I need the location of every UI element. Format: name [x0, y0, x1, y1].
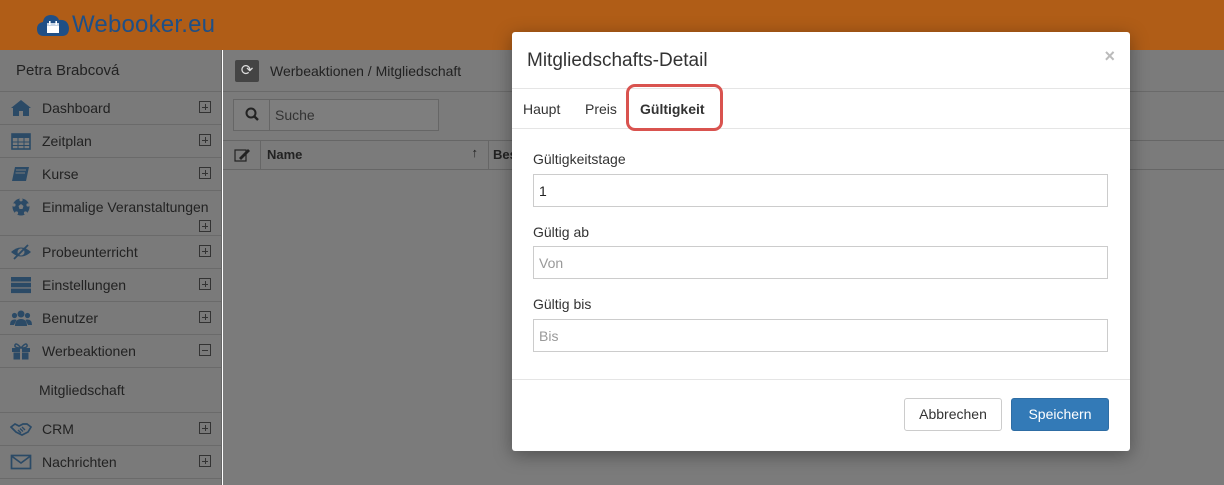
sidebar-item-label: Kurse — [42, 166, 79, 182]
calendar-icon — [10, 132, 32, 150]
expand-icon[interactable] — [199, 422, 211, 434]
membership-detail-modal: Mitgliedschafts-Detail × Haupt Preis Gül… — [512, 32, 1130, 451]
modal-tabs: Haupt Preis Gültigkeit — [512, 88, 1130, 129]
home-icon — [10, 99, 32, 117]
search-input[interactable] — [271, 100, 438, 130]
sidebar-item-dashboard[interactable]: Dashboard — [0, 92, 221, 125]
handshake-icon — [9, 420, 33, 438]
sidebar-item-label: Einstellungen — [42, 277, 127, 293]
sidebar: Petra Brabcová Dashboard Zeitplan Kurse … — [0, 50, 222, 485]
save-button[interactable]: Speichern — [1011, 398, 1109, 431]
sidebar-item-label: Zeitplan — [42, 133, 92, 149]
logo-text: Webooker.eu — [72, 11, 216, 38]
valid-to-label: Gültig bis — [533, 296, 592, 312]
sidebar-item-probeunterricht[interactable]: Probeunterricht — [0, 236, 221, 269]
validity-days-input[interactable] — [533, 174, 1108, 207]
cloud-calendar-icon — [36, 12, 70, 38]
collapse-icon[interactable] — [199, 344, 211, 356]
sidebar-item-werbeaktionen[interactable]: Werbeaktionen — [0, 335, 221, 368]
name-column-header[interactable]: Name ↑ — [261, 141, 489, 169]
breadcrumb: Werbeaktionen / Mitgliedschaft — [270, 63, 462, 79]
expand-icon[interactable] — [199, 167, 211, 179]
soccer-ball-icon — [10, 198, 32, 216]
expand-icon[interactable] — [199, 101, 211, 113]
sidebar-item-label: Benutzer — [42, 310, 99, 326]
sidebar-item-einstellungen[interactable]: Einstellungen — [0, 269, 221, 302]
close-icon[interactable]: × — [1104, 46, 1115, 67]
users-icon — [10, 309, 32, 327]
sidebar-item-label: Einmalige Veranstaltungen — [42, 199, 209, 215]
envelope-icon — [10, 453, 32, 471]
sidebar-item-label: Probeunterricht — [42, 244, 138, 260]
sidebar-item-label: Nachrichten — [42, 454, 117, 470]
tab-preis[interactable]: Preis — [585, 101, 617, 117]
sidebar-item-nachrichten[interactable]: Nachrichten — [0, 446, 221, 479]
book-icon — [10, 165, 32, 183]
sidebar-item-zeitplan[interactable]: Zeitplan — [0, 125, 221, 158]
modal-title: Mitgliedschafts-Detail — [527, 50, 708, 71]
logo[interactable]: Webooker.eu — [36, 8, 215, 42]
sidebar-item-crm[interactable]: CRM — [0, 413, 221, 446]
sidebar-item-label: Werbeaktionen — [42, 343, 136, 359]
valid-from-label: Gültig ab — [533, 224, 590, 240]
search-icon[interactable] — [234, 100, 270, 130]
edit-column-header — [223, 141, 261, 169]
expand-icon[interactable] — [199, 278, 211, 290]
validity-days-label: Gültigkeitstage — [533, 151, 626, 167]
expand-icon[interactable] — [199, 134, 211, 146]
valid-from-input[interactable] — [533, 246, 1108, 279]
expand-icon[interactable] — [199, 455, 211, 467]
eye-icon — [10, 243, 32, 261]
gift-icon — [10, 342, 32, 360]
cancel-button[interactable]: Abbrechen — [904, 398, 1002, 431]
sidebar-item-label: Dashboard — [42, 100, 111, 116]
expand-icon[interactable] — [199, 311, 211, 323]
modal-footer-divider — [512, 379, 1130, 380]
sidebar-subitem-mitgliedschaft[interactable]: Mitgliedschaft — [0, 368, 221, 413]
server-icon — [10, 276, 32, 294]
sidebar-item-kurse[interactable]: Kurse — [0, 158, 221, 191]
sidebar-item-benutzer[interactable]: Benutzer — [0, 302, 221, 335]
expand-icon[interactable] — [199, 245, 211, 257]
user-name[interactable]: Petra Brabcová — [0, 50, 221, 92]
active-tab-highlight — [626, 84, 723, 131]
expand-icon[interactable] — [199, 220, 211, 232]
valid-to-input[interactable] — [533, 319, 1108, 352]
sort-asc-icon[interactable]: ↑ — [472, 145, 479, 160]
tab-haupt[interactable]: Haupt — [523, 101, 560, 117]
refresh-icon[interactable]: ⟳ — [235, 60, 259, 82]
sidebar-item-label: CRM — [42, 421, 74, 437]
search-box — [233, 99, 439, 131]
sidebar-item-einmalige-veranstaltungen[interactable]: Einmalige Veranstaltungen — [0, 191, 221, 236]
